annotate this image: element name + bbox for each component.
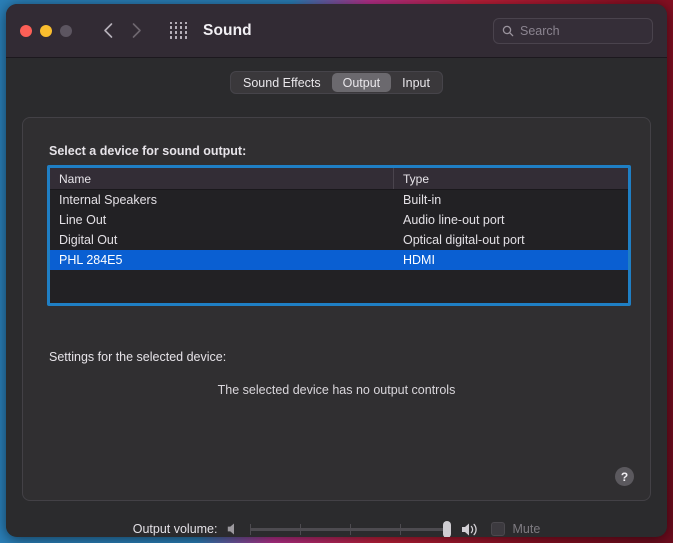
speaker-low-icon — [227, 522, 240, 536]
device-type: Audio line-out port — [394, 213, 628, 227]
device-type: Built-in — [394, 193, 628, 207]
tab-input[interactable]: Input — [391, 73, 441, 92]
table-row-selected[interactable]: PHL 284E5 HDMI — [50, 250, 628, 270]
minimize-button[interactable] — [40, 25, 52, 37]
slider-tick — [400, 524, 401, 535]
tab-sound-effects[interactable]: Sound Effects — [232, 73, 332, 92]
slider-knob[interactable] — [443, 521, 451, 537]
device-type: HDMI — [394, 253, 628, 267]
device-table[interactable]: Name Type Internal Speakers Built-in Lin… — [47, 165, 631, 306]
search-field[interactable] — [493, 18, 653, 44]
slider-tick — [300, 524, 301, 535]
traffic-light-group — [20, 25, 72, 37]
column-header-name[interactable]: Name — [50, 168, 394, 189]
output-volume-label: Output volume: — [133, 522, 218, 536]
table-row[interactable]: Line Out Audio line-out port — [50, 210, 628, 230]
window-body: Sound Effects Output Input Select a devi… — [6, 58, 667, 536]
mute-control[interactable]: Mute — [491, 522, 540, 536]
chevron-left-icon[interactable] — [96, 18, 120, 44]
device-name: Internal Speakers — [50, 193, 394, 207]
speaker-high-icon — [461, 522, 482, 537]
output-volume-row: Output volume: — [6, 520, 667, 537]
device-name: PHL 284E5 — [50, 253, 394, 267]
mute-label: Mute — [512, 522, 540, 536]
chevron-right-icon[interactable] — [124, 18, 148, 44]
output-volume-slider[interactable] — [250, 520, 451, 537]
device-type: Optical digital-out port — [394, 233, 628, 247]
table-row[interactable]: Internal Speakers Built-in — [50, 190, 628, 210]
zoom-button[interactable] — [60, 25, 72, 37]
sound-preferences-window: Sound Sound Effects Output Input Select … — [6, 4, 667, 537]
settings-for-device-label: Settings for the selected device: — [49, 350, 226, 364]
tab-output[interactable]: Output — [332, 73, 392, 92]
search-icon — [502, 25, 514, 37]
page-title: Sound — [203, 22, 252, 40]
table-row[interactable]: Digital Out Optical digital-out port — [50, 230, 628, 250]
slider-tick — [350, 524, 351, 535]
table-header-row: Name Type — [50, 168, 628, 190]
close-button[interactable] — [20, 25, 32, 37]
tab-bar: Sound Effects Output Input — [6, 58, 667, 94]
column-header-type[interactable]: Type — [394, 168, 628, 189]
no-output-controls-message: The selected device has no output contro… — [23, 383, 650, 397]
window-titlebar: Sound — [6, 4, 667, 58]
search-input[interactable] — [520, 24, 640, 38]
help-button[interactable]: ? — [615, 467, 634, 486]
grid-apps-icon[interactable] — [170, 22, 188, 40]
device-name: Line Out — [50, 213, 394, 227]
navigation-buttons — [96, 18, 148, 44]
mute-checkbox[interactable] — [491, 522, 505, 536]
slider-tick — [250, 524, 251, 535]
device-name: Digital Out — [50, 233, 394, 247]
select-device-label: Select a device for sound output: — [49, 144, 246, 158]
output-settings-panel: Select a device for sound output: Name T… — [22, 117, 651, 501]
